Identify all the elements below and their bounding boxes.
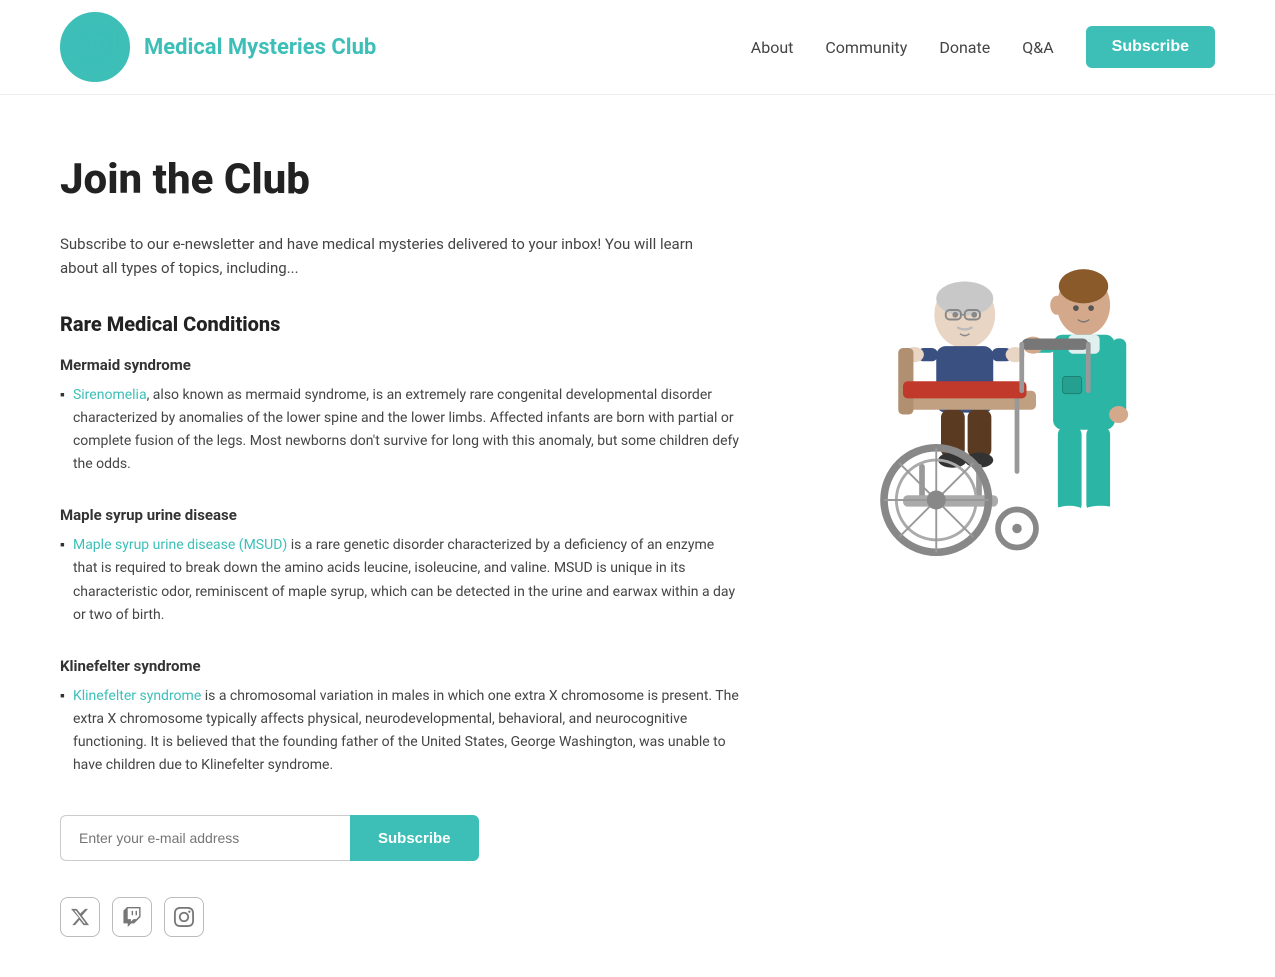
condition-klinefelter-name: Klinefelter syndrome bbox=[60, 657, 740, 675]
condition-mermaid-text: Sirenomelia, also known as mermaid syndr… bbox=[73, 384, 740, 476]
nav-about[interactable]: About bbox=[751, 38, 794, 57]
email-section: Subscribe bbox=[60, 815, 740, 861]
nav-community[interactable]: Community bbox=[825, 38, 907, 57]
nav-qa[interactable]: Q&A bbox=[1022, 38, 1053, 57]
twitter-icon[interactable] bbox=[60, 897, 100, 937]
medical-illustration bbox=[808, 215, 1188, 595]
condition-mermaid-desc: , also known as mermaid syndrome, is an … bbox=[73, 387, 739, 472]
intro-text: Subscribe to our e-newsletter and have m… bbox=[60, 232, 700, 280]
site-title: Medical Mysteries Club bbox=[144, 35, 376, 60]
condition-klinefelter: Klinefelter syndrome ▪ Klinefelter syndr… bbox=[60, 657, 740, 777]
sirenomelia-link[interactable]: Sirenomelia bbox=[73, 387, 147, 403]
bullet-mermaid: ▪ bbox=[60, 386, 65, 403]
subscribe-submit-button[interactable]: Subscribe bbox=[350, 815, 479, 861]
condition-maple: Maple syrup urine disease ▪ Maple syrup … bbox=[60, 506, 740, 626]
klinefelter-link[interactable]: Klinefelter syndrome bbox=[73, 688, 201, 704]
svg-text:Ƀ: Ƀ bbox=[90, 38, 100, 54]
illustration-area bbox=[780, 155, 1215, 937]
condition-mermaid-name: Mermaid syndrome bbox=[60, 356, 740, 374]
bullet-maple: ▪ bbox=[60, 536, 65, 553]
social-icons bbox=[60, 897, 740, 937]
site-header: $ Ƀ Medical Mysteries Club About Communi… bbox=[0, 0, 1275, 95]
logo-area: $ Ƀ Medical Mysteries Club bbox=[60, 12, 376, 82]
condition-mermaid: Mermaid syndrome ▪ Sirenomelia, also kno… bbox=[60, 356, 740, 476]
condition-maple-text: Maple syrup urine disease (MSUD) is a ra… bbox=[73, 534, 740, 626]
email-input[interactable] bbox=[60, 815, 350, 861]
section-title: Rare Medical Conditions bbox=[60, 312, 740, 336]
nav-donate[interactable]: Donate bbox=[939, 38, 990, 57]
main-nav: About Community Donate Q&A Subscribe bbox=[751, 26, 1215, 68]
instagram-icon[interactable] bbox=[164, 897, 204, 937]
msud-link[interactable]: Maple syrup urine disease (MSUD) bbox=[73, 537, 287, 553]
content-area: Join the Club Subscribe to our e-newslet… bbox=[60, 155, 740, 937]
main-content: Join the Club Subscribe to our e-newslet… bbox=[0, 95, 1275, 977]
nav-subscribe-button[interactable]: Subscribe bbox=[1086, 26, 1215, 68]
page-title: Join the Club bbox=[60, 155, 740, 204]
twitch-icon[interactable] bbox=[112, 897, 152, 937]
condition-klinefelter-text: Klinefelter syndrome is a chromosomal va… bbox=[73, 685, 740, 777]
bullet-klinefelter: ▪ bbox=[60, 687, 65, 704]
logo-icon: $ Ƀ bbox=[60, 12, 130, 82]
condition-maple-name: Maple syrup urine disease bbox=[60, 506, 740, 524]
